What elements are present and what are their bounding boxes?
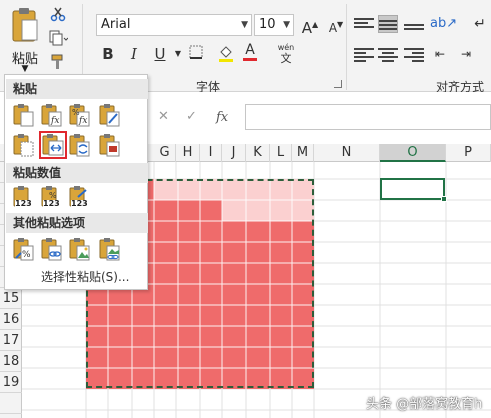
- row-header[interactable]: 18: [0, 351, 22, 372]
- format-painter-icon[interactable]: [48, 54, 68, 74]
- font-dialog-launcher-icon[interactable]: [334, 80, 342, 88]
- italic-button[interactable]: I: [124, 44, 144, 64]
- active-cell[interactable]: [380, 178, 445, 200]
- align-right-icon[interactable]: [404, 46, 424, 64]
- cancel-icon[interactable]: ✕: [158, 109, 169, 124]
- paste-formulas-icon[interactable]: fx: [41, 103, 63, 127]
- align-middle-icon[interactable]: [378, 15, 398, 33]
- fill-handle[interactable]: [441, 196, 447, 202]
- font-color-button[interactable]: A: [240, 42, 260, 62]
- excel-window: Arial ▼ 10 ▼ A▲ A▼ B I U ▼ A wén 文 字体 ab…: [0, 0, 491, 418]
- paste-picture-icon[interactable]: [69, 237, 91, 261]
- fill-bucket-icon: [219, 46, 233, 62]
- wrap-text-icon[interactable]: ↵: [470, 14, 490, 34]
- align-bottom-icon[interactable]: [404, 16, 424, 34]
- increase-indent-icon[interactable]: ⇥: [456, 44, 476, 64]
- column-header[interactable]: I: [200, 144, 222, 162]
- align-left-icon[interactable]: [354, 46, 374, 64]
- decrease-indent-icon[interactable]: ⇤: [430, 44, 450, 64]
- orientation-icon[interactable]: ab↗: [430, 14, 457, 34]
- chevron-down-icon[interactable]: ▼: [283, 15, 290, 35]
- font-name-value: Arial: [101, 17, 131, 32]
- align-top-icon[interactable]: [354, 16, 374, 34]
- paste-formatting-icon[interactable]: %: [13, 237, 35, 261]
- fill-color-button[interactable]: [216, 44, 236, 64]
- shrink-font-label: A: [328, 21, 338, 35]
- values-badge: 123: [43, 199, 60, 208]
- values-badge: 123: [71, 199, 88, 208]
- row-header[interactable]: 17: [0, 330, 22, 351]
- column-header[interactable]: N: [314, 144, 380, 162]
- font-size-value: 10: [259, 17, 276, 32]
- column-header[interactable]: K: [246, 144, 270, 162]
- paste-button[interactable]: 粘贴 ▼: [6, 4, 44, 74]
- paste-formulas-number-format-icon[interactable]: % fx: [69, 103, 91, 127]
- column-header[interactable]: H: [176, 144, 200, 162]
- row-header[interactable]: 16: [0, 309, 22, 330]
- borders-icon: [189, 45, 203, 59]
- paste-keep-column-widths-icon[interactable]: [39, 131, 67, 159]
- phonetic-guide-button[interactable]: wén 文: [274, 42, 298, 65]
- paste-transpose-icon[interactable]: [69, 133, 91, 157]
- column-header[interactable]: L: [270, 144, 292, 162]
- column-header[interactable]: G: [154, 144, 176, 162]
- paste-icon[interactable]: [13, 103, 35, 127]
- watermark-text: 头条 @部落窝教育h: [366, 397, 483, 412]
- clipboard-icon: [12, 8, 38, 42]
- enter-icon[interactable]: ✓: [186, 109, 197, 124]
- grow-font-label: A: [301, 19, 313, 37]
- paste-values-icon[interactable]: 123: [13, 185, 35, 209]
- copy-icon[interactable]: [48, 30, 69, 50]
- formula-input[interactable]: [245, 104, 491, 130]
- font-color-label: A: [245, 42, 255, 58]
- menu-section-values: 粘贴数值: [6, 163, 148, 183]
- paste-options-menu: 粘贴 fx % fx 粘贴数值 123 % 123 123 其他粘贴选项 % 选…: [4, 74, 148, 290]
- chevron-down-icon[interactable]: ▼: [241, 15, 248, 35]
- menu-section-other: 其他粘贴选项: [6, 213, 148, 233]
- menu-section-paste: 粘贴: [6, 79, 148, 99]
- paste-special-menu-item[interactable]: 选择性粘贴(S)...: [41, 268, 129, 285]
- chevron-down-icon[interactable]: ▼: [6, 64, 44, 74]
- column-header-selected[interactable]: O: [380, 144, 446, 162]
- underline-dropdown[interactable]: ▼: [168, 44, 188, 64]
- ribbon-separator: [346, 4, 347, 90]
- align-center-icon[interactable]: [378, 46, 398, 64]
- svg-text:fx: fx: [78, 116, 87, 126]
- row-header[interactable]: 15: [0, 288, 22, 309]
- grow-font-button[interactable]: A▲: [300, 15, 320, 37]
- paste-keep-source-format-icon[interactable]: [99, 103, 121, 127]
- wen-char: 文: [280, 52, 292, 65]
- paste-link-icon[interactable]: [41, 237, 63, 261]
- paste-no-borders-icon[interactable]: [13, 133, 35, 157]
- column-header[interactable]: M: [292, 144, 314, 162]
- paste-values-source-format-icon[interactable]: 123: [69, 185, 91, 209]
- svg-text:%: %: [22, 250, 31, 260]
- svg-text:fx: fx: [50, 116, 59, 126]
- borders-button[interactable]: [186, 44, 206, 64]
- row-header[interactable]: 19: [0, 372, 22, 393]
- cut-icon[interactable]: [48, 6, 68, 26]
- paste-linked-picture-icon[interactable]: [99, 237, 121, 261]
- paste-values-number-format-icon[interactable]: % 123: [41, 185, 63, 209]
- font-size-box[interactable]: 10 ▼: [254, 14, 294, 36]
- bold-button[interactable]: B: [98, 44, 118, 64]
- paste-all-merging-icon[interactable]: [99, 133, 121, 157]
- column-header[interactable]: J: [222, 144, 246, 162]
- values-badge: 123: [15, 199, 32, 208]
- column-header[interactable]: P: [446, 144, 491, 162]
- font-name-box[interactable]: Arial ▼: [96, 14, 252, 36]
- underline-button[interactable]: U: [150, 44, 170, 64]
- row-header[interactable]: [0, 393, 22, 414]
- shrink-font-button[interactable]: A▼: [326, 15, 346, 35]
- insert-function-button[interactable]: fx: [216, 110, 228, 125]
